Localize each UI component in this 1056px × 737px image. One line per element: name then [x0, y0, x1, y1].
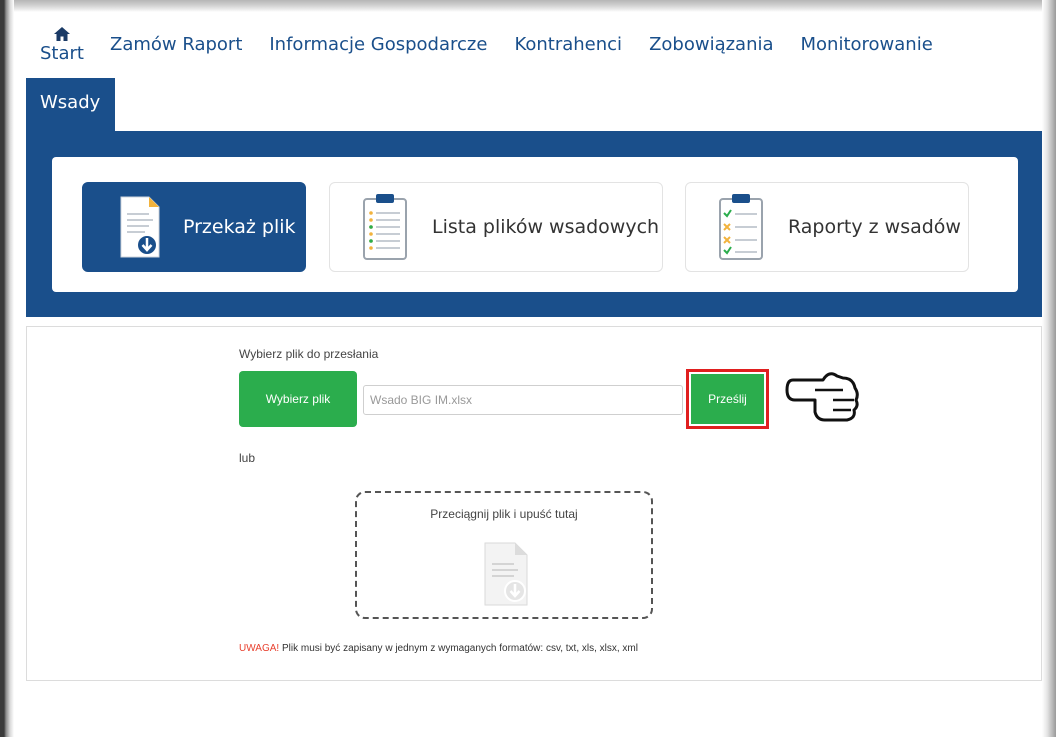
frame-shadow-left	[0, 0, 14, 737]
home-icon	[53, 27, 70, 41]
nav-item-zamow-raport[interactable]: Zamów Raport	[110, 24, 242, 66]
send-button[interactable]: Prześlij	[691, 374, 764, 424]
warning-prefix: UWAGA!	[239, 643, 280, 654]
pointing-hand-icon	[785, 372, 859, 422]
tile-raporty-label: Raporty z wsadów	[788, 216, 961, 238]
frame-shadow-top	[0, 0, 1056, 12]
tab-wsady[interactable]: Wsady	[26, 78, 115, 134]
choose-file-label: Wybierz plik do przesłania	[239, 347, 379, 361]
frame-shadow-right	[1042, 0, 1056, 737]
nav-item-start[interactable]: Start	[40, 24, 84, 63]
file-upload-icon	[120, 196, 160, 258]
upload-panel: Wybierz plik do przesłania Wybierz plik …	[26, 326, 1042, 681]
clipboard-list-icon	[363, 194, 407, 260]
tile-przekaz-plik-label: Przekaż plik	[183, 216, 296, 238]
tile-raporty-z-wsadow[interactable]: Raporty z wsadów	[685, 182, 969, 272]
format-warning: UWAGA! Plik musi być zapisany w jednym z…	[239, 643, 638, 654]
drop-zone-text: Przeciągnij plik i upuść tutaj	[430, 507, 578, 521]
clipboard-check-icon	[719, 194, 763, 260]
tiles-container: Przekaż plik Lista plików wsadowych Rapo…	[52, 157, 1018, 292]
send-button-highlight: Prześlij	[686, 369, 769, 429]
file-name-input[interactable]	[363, 385, 683, 415]
file-upload-icon	[484, 542, 528, 606]
tile-przekaz-plik[interactable]: Przekaż plik	[82, 182, 306, 272]
tile-lista-plikow[interactable]: Lista plików wsadowych	[329, 182, 663, 272]
main-nav: Start Zamów Raport Informacje Gospodarcz…	[26, 24, 960, 74]
drop-zone[interactable]: Przeciągnij plik i upuść tutaj	[355, 491, 653, 619]
nav-item-informacje-gospodarcze[interactable]: Informacje Gospodarcze	[269, 24, 487, 66]
nav-item-zobowiazania[interactable]: Zobowiązania	[649, 24, 773, 66]
choose-file-button[interactable]: Wybierz plik	[239, 371, 357, 427]
or-label: lub	[239, 451, 256, 465]
nav-start-label: Start	[40, 43, 84, 64]
nav-item-monitorowanie[interactable]: Monitorowanie	[801, 24, 933, 66]
warning-text: Plik musi być zapisany w jednym z wymaga…	[279, 643, 638, 654]
screenshot-frame: Start Zamów Raport Informacje Gospodarcz…	[0, 0, 1056, 737]
nav-item-kontrahenci[interactable]: Kontrahenci	[514, 24, 622, 66]
wsady-section-band: Przekaż plik Lista plików wsadowych Rapo…	[26, 131, 1042, 317]
tile-lista-plikow-label: Lista plików wsadowych	[432, 216, 660, 238]
